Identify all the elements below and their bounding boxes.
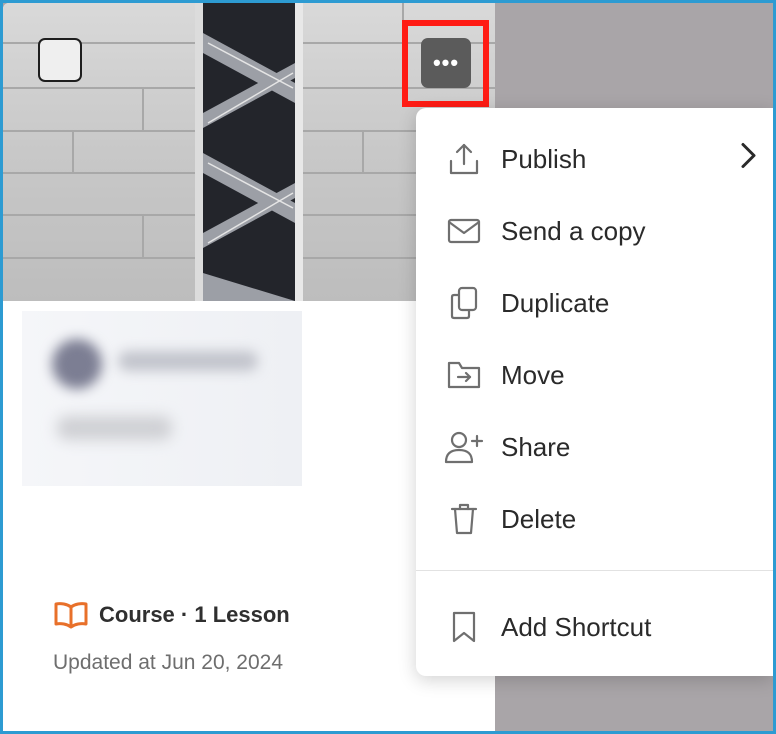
open-book-icon: [53, 601, 89, 629]
duplicate-icon: [444, 285, 484, 321]
blurred-author-section: [22, 311, 302, 486]
menu-item-move[interactable]: Move: [416, 339, 773, 411]
more-dots-icon: •••: [432, 50, 460, 75]
chevron-right-icon: [739, 141, 757, 178]
menu-item-send-copy[interactable]: Send a copy: [416, 195, 773, 267]
course-meta: Course · 1 Lesson: [53, 601, 290, 629]
author-name-blurred: [118, 351, 258, 371]
menu-item-label: Publish: [501, 143, 587, 174]
upload-icon: [444, 141, 484, 177]
menu-item-label: Add Shortcut: [501, 611, 652, 642]
menu-item-label: Send a copy: [501, 215, 646, 246]
course-title-blurred: [57, 416, 172, 440]
updated-date: Updated at Jun 20, 2024: [53, 651, 284, 674]
menu-item-label: Move: [501, 359, 565, 390]
menu-item-label: Duplicate: [501, 287, 610, 318]
context-menu: Publish Send a copy Duplicate Move Share…: [416, 108, 773, 676]
menu-item-duplicate[interactable]: Duplicate: [416, 267, 773, 339]
menu-item-add-shortcut[interactable]: Add Shortcut: [416, 591, 773, 663]
folder-move-icon: [444, 357, 484, 393]
envelope-icon: [444, 213, 484, 249]
avatar: [52, 339, 102, 389]
more-options-button[interactable]: •••: [421, 38, 471, 88]
menu-item-share[interactable]: Share: [416, 411, 773, 483]
menu-item-label: Share: [501, 431, 571, 462]
menu-item-delete[interactable]: Delete: [416, 483, 773, 555]
menu-divider: [416, 570, 773, 571]
select-checkbox[interactable]: [38, 38, 82, 82]
menu-item-publish[interactable]: Publish: [416, 123, 773, 195]
add-user-icon: [444, 429, 484, 465]
bookmark-icon: [444, 609, 484, 645]
course-meta-label: Course · 1 Lesson: [99, 602, 290, 627]
menu-item-label: Delete: [501, 503, 577, 534]
trash-icon: [444, 501, 484, 537]
